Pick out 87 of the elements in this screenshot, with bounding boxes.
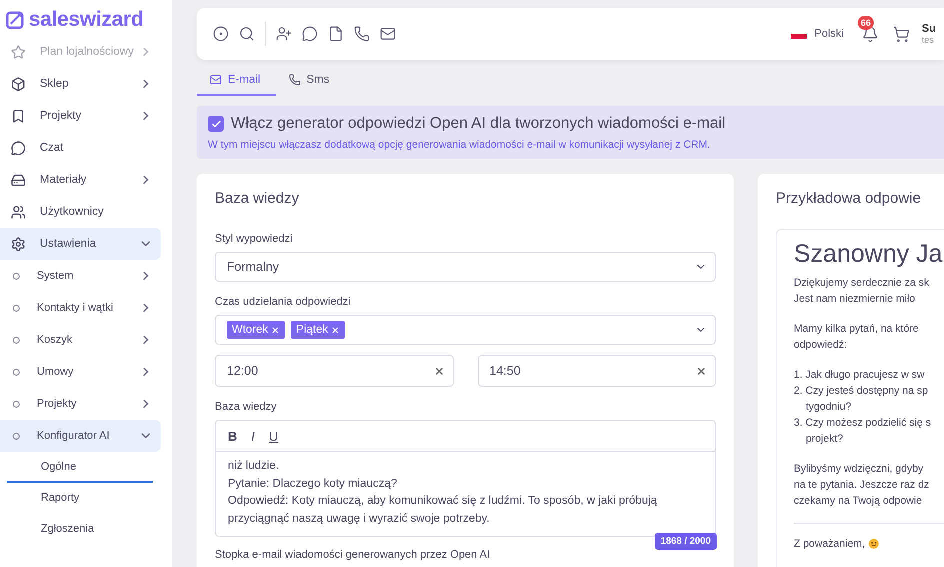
- chat-icon[interactable]: [302, 26, 318, 42]
- list-item-text: 2. Czy jesteś dostępny na sp: [794, 384, 930, 399]
- signature-text: Z poważaniem,: [794, 537, 866, 552]
- phone-icon: [288, 74, 301, 86]
- bullet-icon: [13, 272, 20, 280]
- bookmark-icon: [11, 108, 26, 124]
- remove-icon[interactable]: [271, 326, 280, 334]
- email-text: na te pytania. Jeszcze raz dz: [794, 478, 930, 493]
- cart-icon[interactable]: [893, 26, 910, 42]
- sidebar-subitem[interactable]: Ogólne: [7, 452, 153, 483]
- search-icon[interactable]: [239, 26, 255, 42]
- bullet-icon: [13, 368, 20, 376]
- tab[interactable]: Sms: [276, 70, 345, 96]
- banner-title: Włącz generator odpowiedzi Open AI dla tworzonych wiadomości e-mail: [231, 115, 726, 133]
- email-text: odpowiedź:: [794, 338, 848, 353]
- field-label: Czas udzielania odpowiedzi: [215, 296, 352, 308]
- phone-icon[interactable]: [354, 26, 370, 42]
- card-title: Przykładowa odpowie: [776, 190, 922, 207]
- sidebar-subitem[interactable]: Konfigurator AI: [0, 420, 161, 452]
- sidebar-subitem[interactable]: Koszyk: [0, 324, 161, 356]
- list-item-text: 1. Jak długo pracujesz w sw: [794, 368, 926, 383]
- day-tag: Piątek: [291, 321, 346, 339]
- notification-count: 66: [858, 16, 874, 30]
- settings-icon: [11, 236, 26, 252]
- sidebar-item[interactable]: Ustawienia: [0, 228, 161, 260]
- drive-icon: [11, 172, 26, 188]
- language-selector[interactable]: Polski: [784, 27, 850, 41]
- email-heading: Szanowny Ja: [794, 240, 944, 269]
- chat-icon: [11, 140, 26, 156]
- field-label: Styl wypowiedzi: [215, 233, 294, 245]
- email-text: czekamy na Twoją odpowie: [794, 494, 924, 509]
- sidebar-subitem[interactable]: Zgłoszenia: [7, 514, 153, 545]
- sidebar-subitem[interactable]: Raporty: [7, 483, 153, 514]
- mail-icon[interactable]: [380, 26, 396, 42]
- field-label: Stopka e-mail wiadomości generowanych przez Open AI: [215, 549, 492, 561]
- card-title: Baza wiedzy: [215, 190, 300, 207]
- time-field[interactable]: 14:50: [478, 355, 716, 387]
- list-item-text: projekt?: [805, 432, 844, 447]
- banner-description: W tym miejscu włączasz dodatkową opcję generowania wiadomości e-mail w komunikacji wysyłanej z CRM.: [208, 139, 712, 151]
- character-counter: 1868 / 2000: [654, 533, 717, 550]
- user-name: Su: [922, 23, 938, 35]
- check-icon: [210, 118, 222, 130]
- star-icon: [11, 44, 26, 60]
- sidebar-subitem[interactable]: Kontakty i wątki: [0, 292, 161, 324]
- clear-icon[interactable]: [434, 366, 444, 376]
- sidebar-subitem[interactable]: Projekty: [0, 388, 161, 420]
- editor-text: niż ludzie. Pytanie: Dlaczego koty miauczą? Odpowiedź: Koty miauczą, aby komunikować się z ludźmi. To sposób, w jaki próbują przyciągnąć naszą uwagę i wyrazić swoje potrzeby.: [227, 459, 658, 526]
- sidebar-item[interactable]: Projekty: [0, 100, 161, 132]
- format-button[interactable]: B: [228, 428, 238, 444]
- file-icon[interactable]: [328, 26, 344, 42]
- smiley-icon: [869, 539, 880, 549]
- list-item-text: 3. Czy możesz podzielić się s: [794, 416, 932, 431]
- remove-icon[interactable]: [331, 326, 340, 334]
- bullet-icon: [13, 304, 20, 312]
- bullet-icon: [13, 336, 20, 344]
- email-text: Bylibyśmy wdzięczni, gdyby: [794, 462, 925, 477]
- logo-icon: [6, 10, 26, 30]
- sidebar-item[interactable]: Materiały: [0, 164, 161, 196]
- users-icon: [11, 204, 26, 220]
- style-select[interactable]: Formalny: [215, 252, 716, 282]
- format-button[interactable]: U: [269, 428, 278, 444]
- notifications-button[interactable]: [862, 26, 879, 42]
- checkbox[interactable]: [208, 116, 224, 132]
- clear-icon[interactable]: [696, 366, 707, 376]
- list-item-text: tygodniu?: [805, 400, 853, 415]
- box-icon: [11, 76, 26, 92]
- logo-text: saleswizard: [29, 8, 144, 32]
- days-select[interactable]: Wtorek Piątek: [215, 315, 716, 345]
- bullet-icon: [13, 432, 20, 440]
- sidebar-item[interactable]: Sklep: [0, 68, 161, 100]
- format-button[interactable]: I: [251, 428, 256, 444]
- email-text: Dziękujemy serdecznie za sk: [794, 276, 930, 291]
- user-plus-icon[interactable]: [276, 26, 292, 42]
- day-tag: Wtorek: [227, 321, 286, 339]
- bullet-icon: [13, 400, 20, 408]
- sidebar-item[interactable]: Czat: [0, 132, 161, 164]
- target-icon[interactable]: [213, 26, 229, 42]
- sidebar-subitem[interactable]: System: [0, 260, 161, 292]
- sidebar-subitem[interactable]: Umowy: [0, 356, 161, 388]
- email-text: Mamy kilka pytań, na które: [794, 322, 920, 337]
- email-text: Jest nam niezmiernie miło: [794, 292, 916, 307]
- time-field[interactable]: 12:00: [215, 355, 454, 387]
- sidebar-item[interactable]: Użytkownicy: [0, 196, 161, 228]
- field-label: Baza wiedzy: [215, 401, 278, 413]
- tab[interactable]: E-mail: [197, 70, 276, 96]
- user-email: tes: [922, 35, 936, 45]
- mail-icon: [210, 74, 222, 86]
